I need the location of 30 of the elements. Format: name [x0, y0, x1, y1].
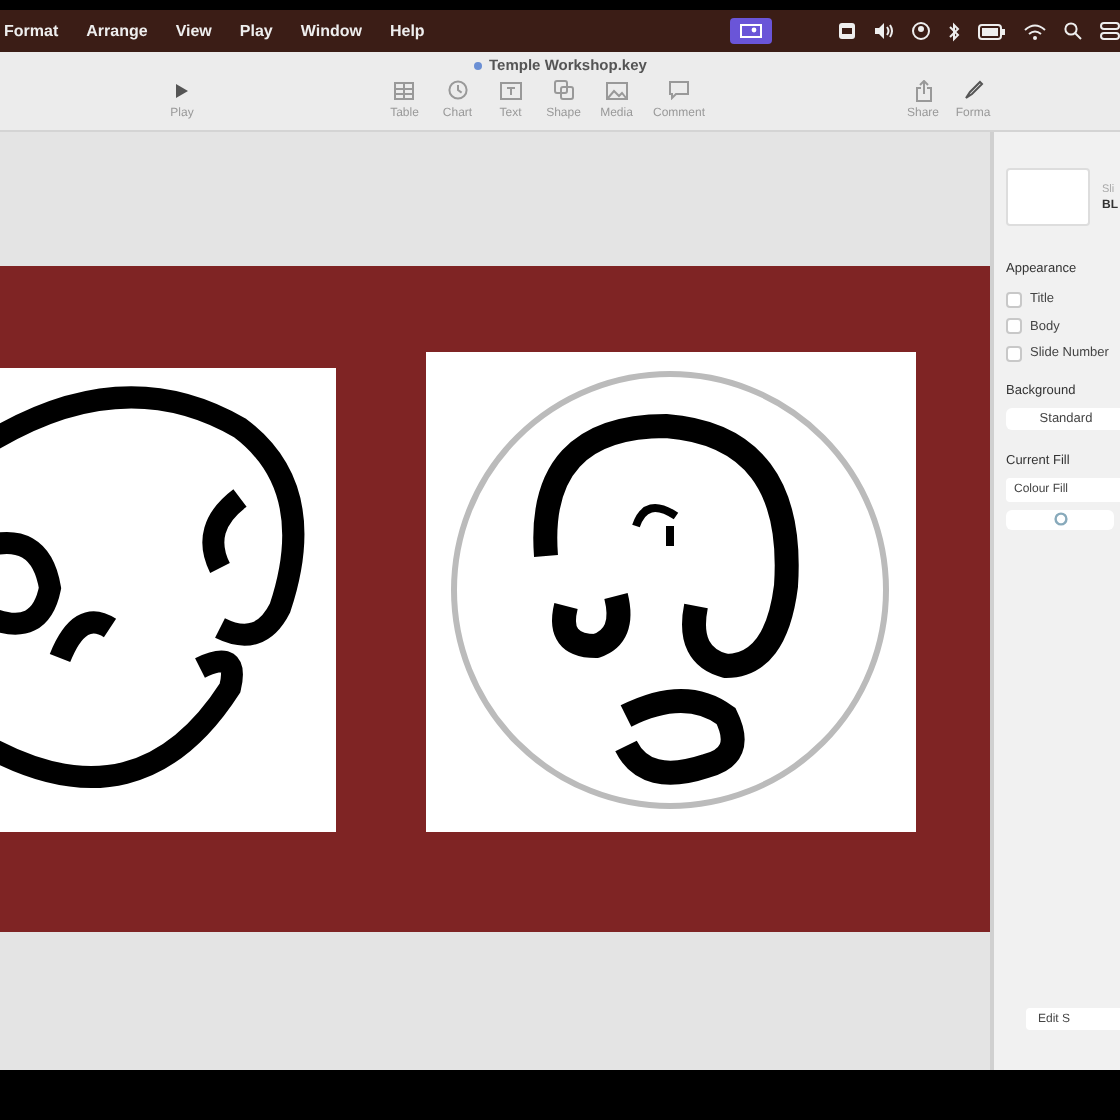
user-account-icon[interactable]: [912, 22, 930, 40]
search-icon[interactable]: [1064, 22, 1082, 40]
wifi-icon[interactable]: [1024, 23, 1046, 39]
menu-item[interactable]: Window: [300, 22, 362, 40]
menu-item[interactable]: Arrange: [86, 22, 148, 40]
checkbox[interactable]: [1006, 291, 1022, 308]
colour-wheel-icon: [1053, 512, 1067, 526]
clock-icon: [447, 80, 468, 100]
menu-item[interactable]: View: [175, 22, 212, 40]
bluetooth-icon[interactable]: [948, 21, 960, 41]
screen-sharing-indicator[interactable]: [730, 18, 772, 44]
battery-icon[interactable]: [978, 23, 1006, 39]
table-icon: [394, 81, 415, 99]
text-box-icon: [499, 81, 522, 99]
volume-icon[interactable]: [874, 22, 894, 40]
control-center-icon[interactable]: [1100, 22, 1120, 40]
menu-item[interactable]: Format: [4, 22, 59, 40]
slide-layout-thumbnail[interactable]: [1006, 168, 1090, 226]
checkbox[interactable]: [1006, 345, 1022, 362]
paintbrush-icon: [963, 80, 983, 100]
play-icon: [174, 81, 190, 99]
menu-item[interactable]: Play: [239, 22, 273, 40]
comment-icon: [668, 80, 690, 100]
share-icon: [915, 79, 931, 101]
menu-item[interactable]: Help: [389, 22, 425, 40]
checkbox[interactable]: [1006, 318, 1022, 335]
edited-indicator-icon: [473, 61, 482, 69]
shape-icon: [553, 80, 574, 100]
video-camera-icon[interactable]: [838, 22, 856, 40]
image-icon: [605, 81, 628, 99]
